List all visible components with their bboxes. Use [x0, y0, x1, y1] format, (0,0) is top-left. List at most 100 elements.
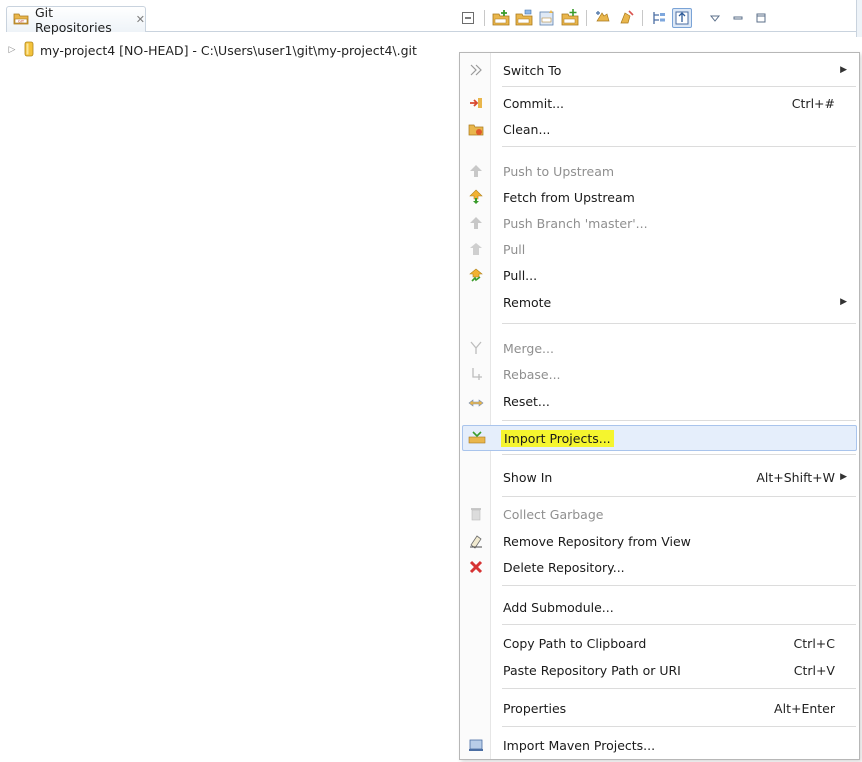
- reset-icon: [462, 393, 490, 409]
- menu-item-label: Paste Repository Path or URI: [503, 662, 681, 678]
- menu-item-label: Show In: [503, 469, 553, 485]
- toolbar-separator: [642, 10, 643, 26]
- close-icon[interactable]: ✕: [136, 13, 145, 26]
- menu-item-remote[interactable]: Remote ▶: [462, 289, 857, 315]
- menu-item-remove-repository[interactable]: Remove Repository from View: [462, 528, 857, 554]
- panel-edge: [856, 0, 862, 37]
- menu-item-push-branch[interactable]: Push Branch 'master'...: [462, 210, 857, 236]
- import-projects-icon: [463, 431, 491, 445]
- trash-icon: [462, 506, 490, 522]
- view-toolbar: [458, 5, 771, 31]
- menu-item-pull-dialog[interactable]: Pull...: [462, 262, 857, 288]
- menu-item-copy-path[interactable]: Copy Path to Clipboard Ctrl+C: [462, 630, 857, 656]
- add-repo-icon[interactable]: [560, 8, 580, 28]
- menu-item-fetch-from-upstream[interactable]: Fetch from Upstream: [462, 184, 857, 210]
- clean-icon: [462, 121, 490, 137]
- menu-item-label: Collect Garbage: [503, 506, 604, 522]
- svg-text:GIT: GIT: [18, 19, 25, 23]
- menu-separator: [502, 585, 856, 586]
- menu-item-label: Clean...: [503, 121, 551, 137]
- tab-git-repositories[interactable]: GIT Git Repositories ✕: [6, 4, 146, 35]
- menu-item-label: Add Submodule...: [503, 599, 614, 615]
- minimize-icon[interactable]: [728, 8, 748, 28]
- menu-item-label: Copy Path to Clipboard: [503, 635, 647, 651]
- menu-separator: [502, 496, 856, 497]
- submenu-arrow-icon: ▶: [840, 472, 847, 482]
- clone-repo-icon[interactable]: [514, 8, 534, 28]
- menu-item-import-maven[interactable]: Import Maven Projects...: [462, 732, 857, 758]
- menu-item-label: Properties: [503, 700, 567, 716]
- menu-item-rebase[interactable]: Rebase...: [462, 361, 857, 387]
- menu-item-label: Remove Repository from View: [503, 533, 691, 549]
- push-icon: [462, 163, 490, 179]
- toolbar-separator: [484, 10, 485, 26]
- view-menu-icon[interactable]: [705, 8, 725, 28]
- shortcut-label: Alt+Shift+W: [756, 469, 835, 485]
- link-with-selection-icon[interactable]: [593, 8, 613, 28]
- refresh-icon[interactable]: [616, 8, 636, 28]
- menu-item-label: Pull...: [503, 267, 538, 283]
- menu-separator: [502, 146, 856, 147]
- pull-icon: [462, 241, 490, 257]
- menu-item-label: Delete Repository...: [503, 559, 625, 575]
- shortcut-label: Ctrl+#: [791, 95, 835, 111]
- pull-dialog-icon: [462, 267, 490, 283]
- menu-item-clean[interactable]: Clean...: [462, 116, 857, 142]
- menu-separator: [502, 86, 856, 87]
- submenu-arrow-icon: ▶: [840, 65, 847, 75]
- menu-item-push-to-upstream[interactable]: Push to Upstream: [462, 158, 857, 184]
- menu-item-label: Remote: [503, 294, 552, 310]
- menu-item-import-projects[interactable]: Import Projects...: [462, 425, 857, 451]
- menu-item-label: Fetch from Upstream: [503, 189, 635, 205]
- switch-branch-icon: [462, 62, 490, 78]
- menu-item-merge[interactable]: Merge...: [462, 335, 857, 361]
- commit-icon: [462, 95, 490, 111]
- eraser-icon: [462, 533, 490, 549]
- menu-separator: [502, 624, 856, 625]
- merge-icon: [462, 340, 490, 356]
- rebase-icon: [462, 366, 490, 382]
- flat-layout-icon[interactable]: [672, 8, 692, 28]
- tree-item-repository[interactable]: ▷ my-project4 [NO-HEAD] - C:\Users\user1…: [6, 40, 526, 60]
- menu-item-switch-to[interactable]: Switch To ▶: [462, 57, 857, 83]
- menu-item-label: Merge...: [503, 340, 554, 356]
- menu-item-label: Reset...: [503, 393, 550, 409]
- expand-arrow-icon[interactable]: ▷: [6, 45, 18, 55]
- fetch-icon: [462, 189, 490, 205]
- toolbar-separator: [586, 10, 587, 26]
- create-repo-icon[interactable]: [537, 8, 557, 28]
- menu-item-label: Import Projects...: [501, 429, 856, 447]
- add-existing-repo-icon[interactable]: [491, 8, 511, 28]
- submenu-arrow-icon: ▶: [840, 297, 847, 307]
- menu-item-label: Switch To: [503, 62, 562, 78]
- menu-item-collect-garbage[interactable]: Collect Garbage: [462, 501, 857, 527]
- menu-item-label: Push Branch 'master'...: [503, 215, 648, 231]
- context-menu: Switch To ▶ Commit... Ctrl+# Clean... Pu…: [459, 52, 860, 760]
- menu-item-label: Rebase...: [503, 366, 561, 382]
- collapse-all-icon[interactable]: [458, 8, 478, 28]
- repository-label: my-project4 [NO-HEAD] - C:\Users\user1\g…: [40, 42, 417, 58]
- tab-title: Git Repositories: [35, 4, 112, 35]
- highlighted-label: Import Projects...: [501, 429, 614, 447]
- delete-icon: [462, 560, 490, 574]
- hierarchical-layout-icon[interactable]: [649, 8, 669, 28]
- repository-icon: [22, 41, 36, 60]
- menu-item-paste-path[interactable]: Paste Repository Path or URI Ctrl+V: [462, 657, 857, 683]
- tab-underline: [146, 31, 856, 32]
- menu-item-pull[interactable]: Pull: [462, 236, 857, 262]
- menu-separator: [502, 454, 856, 455]
- menu-item-add-submodule[interactable]: Add Submodule...: [462, 594, 857, 620]
- menu-item-show-in[interactable]: Show In Alt+Shift+W ▶: [462, 464, 857, 490]
- git-repositories-icon: GIT: [13, 10, 29, 29]
- view-tabbar: GIT Git Repositories ✕: [0, 0, 862, 37]
- menu-item-label: Push to Upstream: [503, 163, 615, 179]
- maximize-icon[interactable]: [751, 8, 771, 28]
- menu-item-reset[interactable]: Reset...: [462, 388, 857, 414]
- shortcut-label: Ctrl+C: [793, 635, 835, 651]
- menu-item-delete-repository[interactable]: Delete Repository...: [462, 554, 857, 580]
- menu-item-label: Import Maven Projects...: [503, 737, 656, 753]
- menu-separator: [502, 323, 856, 324]
- menu-item-commit[interactable]: Commit... Ctrl+#: [462, 90, 857, 116]
- menu-item-properties[interactable]: Properties Alt+Enter: [462, 695, 857, 721]
